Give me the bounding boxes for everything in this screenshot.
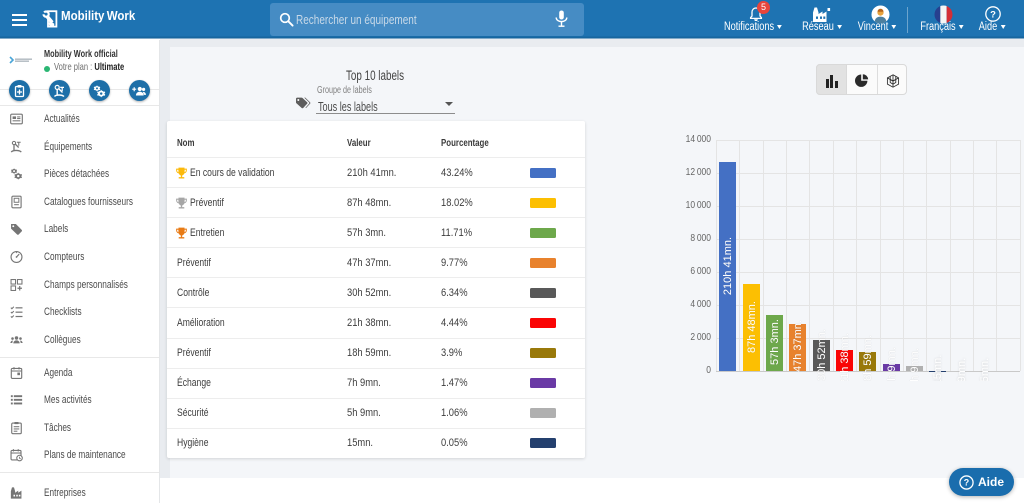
svg-text:?: ? [964, 477, 969, 487]
svg-text:?: ? [990, 9, 996, 20]
